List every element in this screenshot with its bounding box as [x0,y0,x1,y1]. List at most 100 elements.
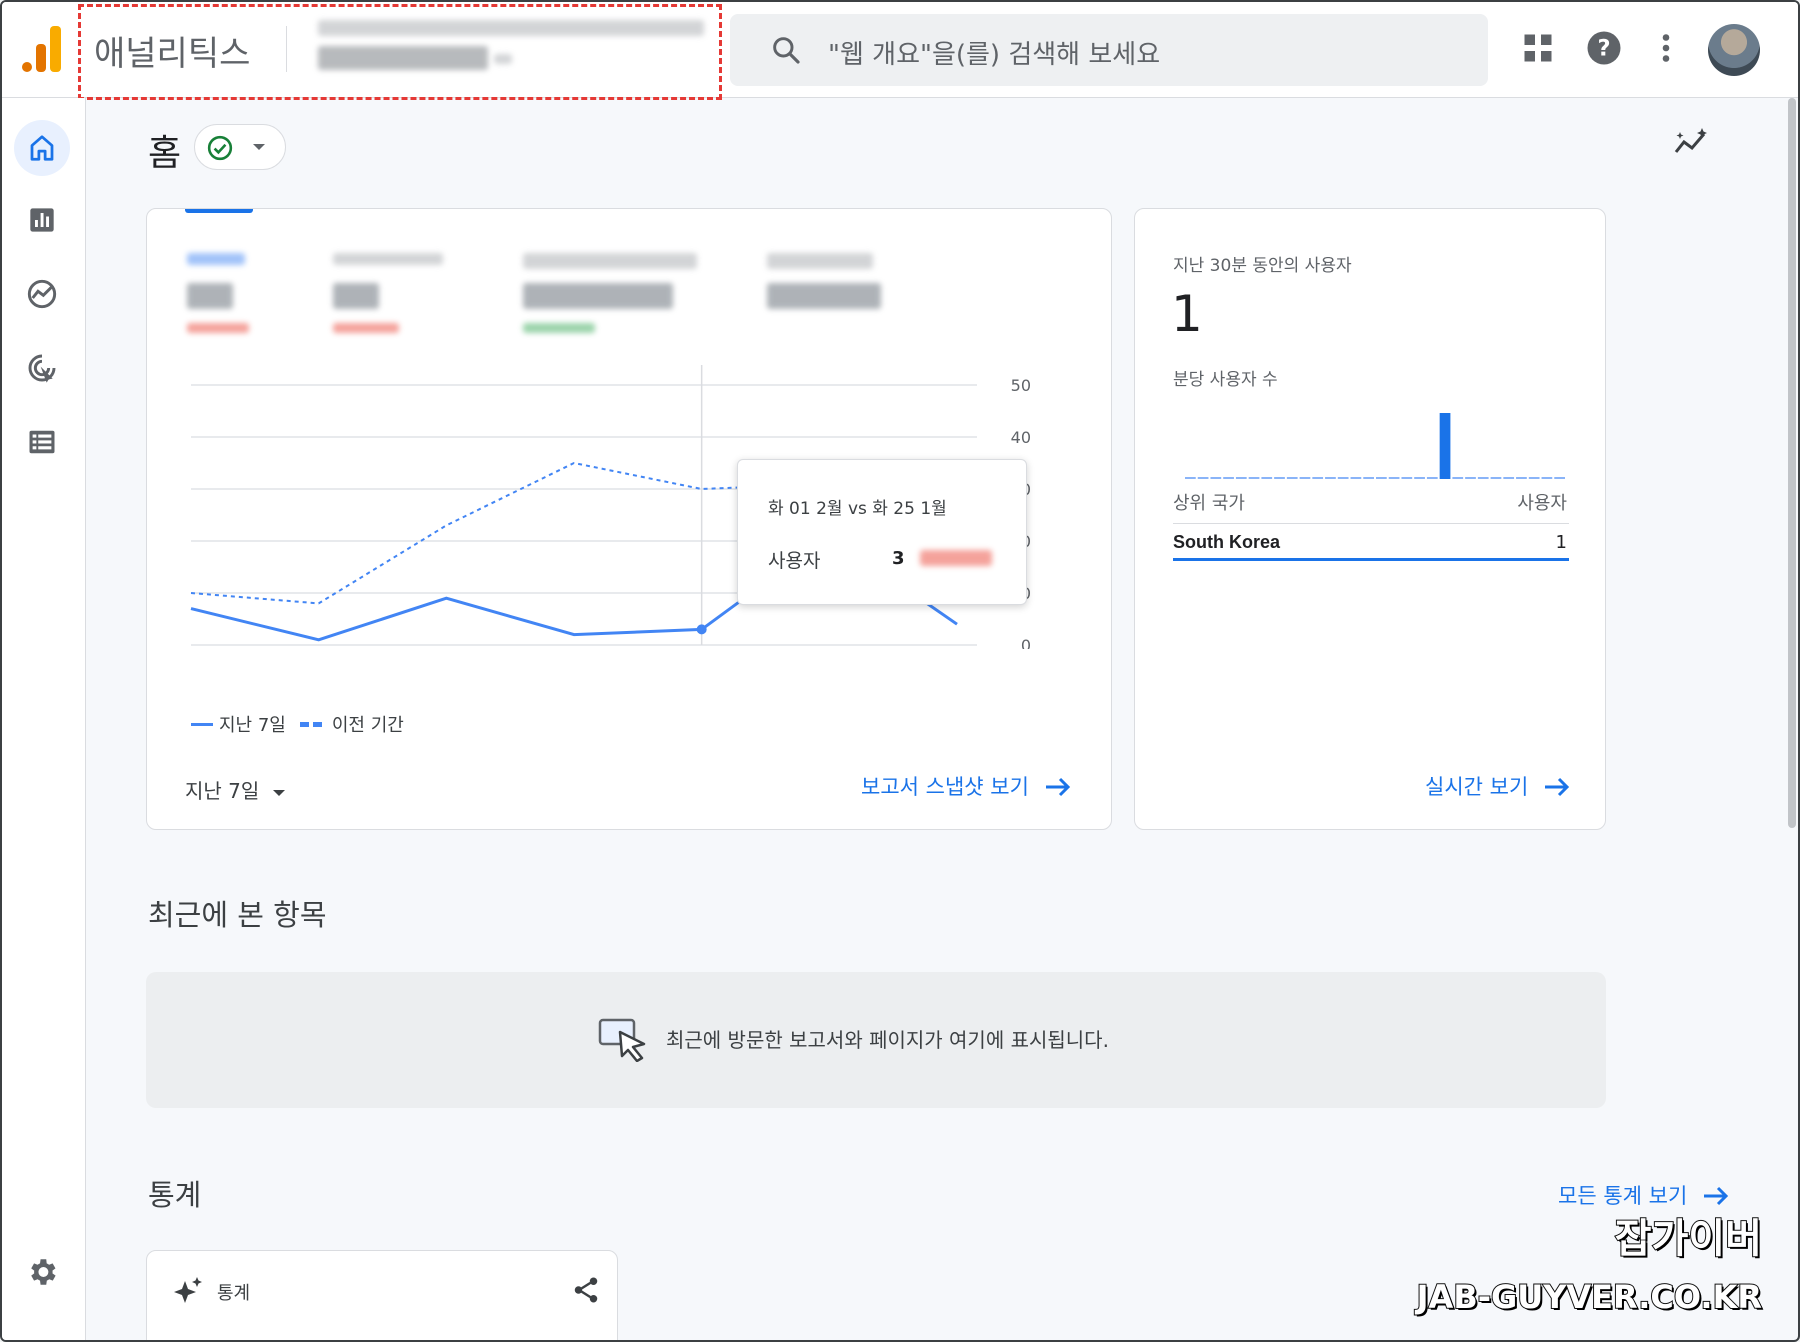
sparkle-icon [174,1277,202,1303]
minute-bar [1516,477,1527,479]
realtime-title: 지난 30분 동안의 사용자 [1173,256,1352,276]
stats-card[interactable]: 통계 [146,1250,618,1340]
watermark-domain: JAB-GUYVER.CO.KR [1416,1277,1763,1317]
nav-configure-icon[interactable] [14,414,70,470]
minute-bar [1350,477,1362,479]
minute-bar [1388,477,1400,479]
stats-card-label: 통계 [217,1283,251,1304]
chart-tooltip: 화 01 2월 vs 화 25 1월 사용자 3 [737,459,1027,605]
minute-bar [1426,477,1438,479]
recent-empty-text: 최근에 방문한 보고서와 페이지가 여기에 표시됩니다. [666,1028,1109,1052]
insights-sparkline-icon[interactable] [1672,126,1712,164]
minute-bar [1274,477,1285,479]
analytics-logo-icon[interactable] [22,26,62,72]
per-minute-bar-chart[interactable] [1185,399,1565,481]
view-realtime-link[interactable]: 실시간 보기 [1425,771,1571,801]
minute-bar [1337,477,1349,479]
stats-section-title: 통계 [148,1178,202,1212]
watermark-korean: 잡가이버 [1614,1215,1763,1263]
realtime-subtitle: 분당 사용자 수 [1173,370,1278,390]
minute-bar [1528,477,1540,479]
arrow-right-icon [1544,777,1570,797]
nav-reports-icon[interactable] [14,192,70,248]
minute-bar [1325,477,1336,479]
page-title: 홈 [148,133,182,174]
view-report-snapshot-label: 보고서 스냅샷 보기 [861,775,1029,799]
minute-bar [1465,477,1476,479]
search-bar[interactable]: "웹 개요"을(를) 검색해 보세요 [730,14,1488,86]
minute-bar [1223,477,1234,479]
nav-advertising-icon[interactable] [14,340,70,396]
arrow-right-icon [1703,1186,1729,1206]
col-country-header: 상위 국가 [1173,493,1245,514]
legend-previous: 이전 기간 [331,715,404,736]
minute-bar [1414,477,1425,479]
country-users: 1 [1555,532,1567,553]
y-tick-label: 0 [1021,636,1031,649]
chevron-down-icon [253,144,265,150]
country-row[interactable]: South Korea 1 [1173,523,1569,561]
tooltip-change-badge [920,550,992,566]
minute-bar [1554,477,1565,479]
minute-bar [1503,477,1515,479]
tooltip-metric-value: 3 [892,548,905,569]
apps-grid-icon[interactable] [1520,30,1556,66]
recent-empty-state: 최근에 방문한 보고서와 페이지가 여기에 표시됩니다. [146,972,1606,1108]
recent-section-title: 최근에 본 항목 [148,898,327,932]
help-icon[interactable]: ? [1586,30,1622,66]
realtime-value: 1 [1171,285,1203,343]
minute-bar [1235,477,1247,479]
minute-bar [1439,413,1451,479]
country-name: South Korea [1173,532,1281,552]
chevron-down-icon [272,790,285,796]
nav-home-icon[interactable] [14,120,70,176]
minute-bar [1477,477,1489,479]
minute-bar [1376,477,1387,479]
view-report-snapshot-link[interactable]: 보고서 스냅샷 보기 [861,771,1072,801]
arrow-right-icon [1045,777,1070,797]
minute-bar [1261,477,1273,479]
legend-current: 지난 7일 [219,715,286,736]
minute-bar [1248,477,1260,479]
date-range-label: 지난 7일 [185,779,260,803]
tooltip-date: 화 01 2월 vs 화 25 1월 [768,499,947,519]
overview-card: 50403020100281월293031012월0203 화 01 2월 vs… [146,208,1112,830]
minute-bar [1452,477,1464,479]
account-avatar[interactable] [1708,24,1760,76]
minute-bar [1197,477,1209,479]
date-range-selector[interactable]: 지난 7일 [185,775,286,804]
minute-bar [1210,477,1222,479]
admin-gear-icon[interactable] [14,1244,70,1300]
minute-bar [1363,477,1374,479]
tooltip-metric-label: 사용자 [768,550,821,572]
legend-solid-swatch [191,722,213,726]
minute-bar [1185,477,1196,479]
minute-bar [1401,477,1413,479]
minute-bar [1299,477,1311,479]
search-icon [773,37,800,64]
minute-bar [1490,477,1502,479]
browser-frame: 애널리틱스 "웹 개요"을(를) 검색해 보세요 ? 홈 50 40 0 화 0… [0,0,1800,1342]
y-tick-label: 50 [1011,376,1031,395]
realtime-card: 지난 30분 동안의 사용자 1 분당 사용자 수 상위 국가 사용자 Sout… [1134,208,1606,830]
hover-point [696,624,707,635]
legend-dashed-swatch [299,721,326,727]
col-users-header: 사용자 [1517,493,1567,514]
page-scrollbar[interactable] [1788,98,1796,828]
minute-bar [1541,477,1553,479]
y-tick-label: 40 [1011,428,1031,447]
chart-legend: 지난 7일 이전 기간 [191,711,404,737]
view-all-stats-label: 모든 통계 보기 [1558,1184,1688,1208]
minute-bar [1286,477,1298,479]
search-placeholder: "웹 개요"을(를) 검색해 보세요 [828,40,1161,70]
cursor-window-icon [598,1018,646,1062]
nav-explore-icon[interactable] [14,266,70,322]
share-icon[interactable] [571,1275,601,1305]
svg-text:?: ? [1597,36,1610,62]
left-nav-rail [2,98,86,1340]
more-vert-icon[interactable] [1648,30,1684,66]
data-quality-chip[interactable] [194,124,286,170]
minute-bar [1312,477,1324,479]
top-app-bar: 애널리틱스 "웹 개요"을(를) 검색해 보세요 ? [2,2,1798,100]
view-realtime-label: 실시간 보기 [1425,775,1529,799]
